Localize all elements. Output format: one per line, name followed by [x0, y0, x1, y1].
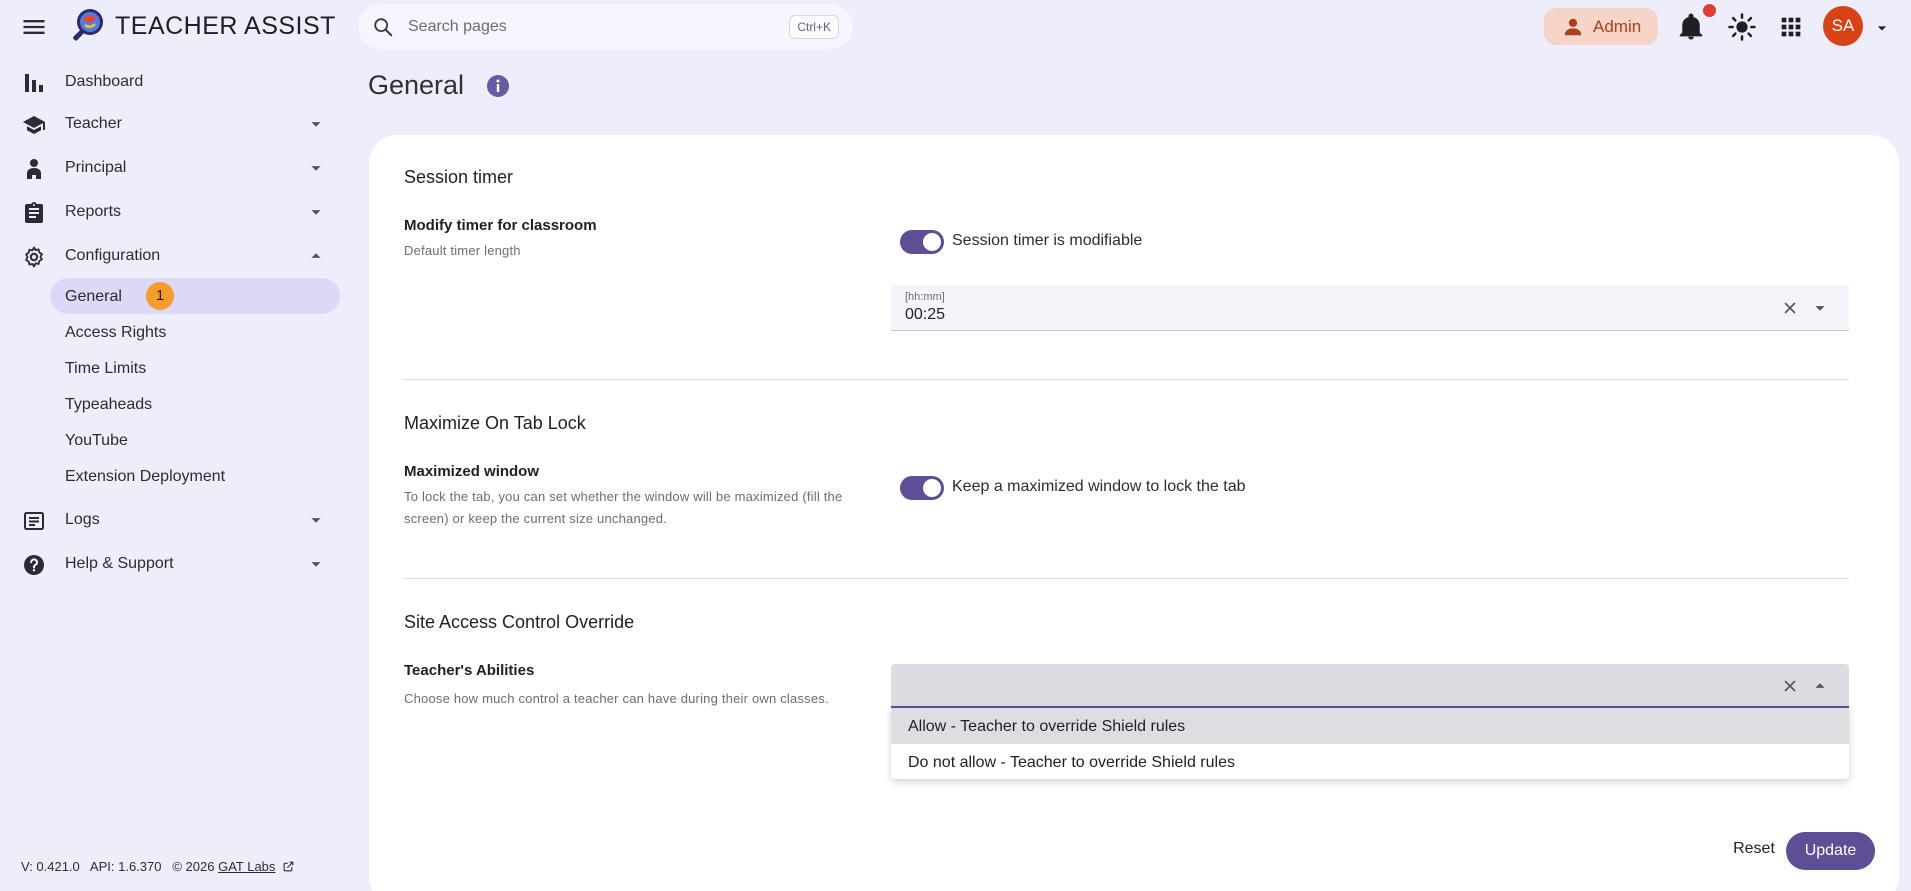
notification-dot: [1703, 4, 1716, 17]
chevron-down-icon: [305, 113, 327, 135]
chevron-down-icon: [305, 157, 327, 179]
maximize-window-toggle[interactable]: [900, 476, 944, 500]
chevron-down-icon[interactable]: [1809, 297, 1831, 319]
chevron-down-icon: [305, 553, 327, 575]
principal-icon: [22, 157, 46, 181]
sidebar-subitem-extension-deployment[interactable]: Extension Deployment: [50, 458, 340, 494]
dropdown-option-do-not-allow[interactable]: Do not allow - Teacher to override Shiel…: [891, 744, 1849, 780]
app-brand: TEACHER ASSIST: [115, 12, 336, 40]
user-avatar[interactable]: SA: [1823, 6, 1863, 46]
toggle-knob: [923, 479, 941, 497]
apps-grid-icon[interactable]: [1777, 13, 1805, 41]
reset-button[interactable]: Reset: [1719, 830, 1789, 868]
sidebar-subitem-access-rights[interactable]: Access Rights: [50, 314, 340, 350]
copyright-text: © 2026: [172, 859, 215, 874]
setting-description: Choose how much control a teacher can ha…: [404, 691, 829, 706]
chevron-up-icon: [305, 245, 327, 267]
version-footer: V: 0.421.0 API: 1.6.370 © 2026 GAT Labs: [21, 859, 295, 874]
clipboard-icon: [22, 201, 46, 225]
api-version-text: API: 1.6.370: [89, 859, 162, 874]
section-title: Session timer: [404, 167, 514, 187]
sidebar-item-help-support[interactable]: Help & Support: [0, 544, 340, 584]
dropdown-menu: Allow - Teacher to override Shield rules…: [891, 708, 1849, 779]
close-icon[interactable]: [1781, 677, 1799, 695]
section-divider: [404, 578, 1849, 579]
settings-card: Session timer Modify timer for classroom…: [369, 135, 1899, 891]
step-badge: 1: [146, 282, 174, 310]
sidebar-item-label: Teacher: [65, 115, 122, 132]
field-sublabel: [hh:mm]: [905, 291, 945, 303]
bar-chart-icon: [22, 71, 46, 95]
sidebar-item-logs[interactable]: Logs: [0, 500, 340, 540]
setting-label: Maximized window: [404, 463, 540, 480]
sidebar-subitem-general[interactable]: General 1: [50, 278, 340, 314]
sidebar-subitem-label: Access Rights: [65, 324, 167, 341]
company-link[interactable]: GAT Labs: [218, 859, 275, 874]
update-button[interactable]: Update: [1786, 832, 1875, 870]
sidebar-subitem-label: General: [65, 288, 122, 305]
toggle-label: Keep a maximized window to lock the tab: [952, 478, 1246, 495]
sidebar-item-dashboard[interactable]: Dashboard: [0, 62, 340, 102]
option-label: Do not allow - Teacher to override Shiel…: [908, 754, 1235, 771]
search-bar[interactable]: Ctrl+K: [358, 4, 853, 49]
sidebar-item-label: Configuration: [65, 247, 161, 264]
sidebar-subitem-typeaheads[interactable]: Typeaheads: [50, 386, 340, 422]
info-icon[interactable]: [486, 74, 510, 98]
sidebar-item-label: Logs: [65, 511, 100, 528]
help-icon: [22, 553, 46, 577]
section-title: Maximize On Tab Lock: [404, 413, 586, 433]
sidebar-item-label: Reports: [65, 203, 122, 220]
sidebar-subitem-time-limits[interactable]: Time Limits: [50, 350, 340, 386]
sidebar-item-configuration[interactable]: Configuration: [0, 236, 340, 276]
top-bar: TEACHER ASSIST Ctrl+K Admin SA: [0, 0, 1911, 54]
school-icon: [22, 113, 46, 137]
search-icon: [372, 16, 394, 38]
menu-icon[interactable]: [20, 13, 48, 41]
section-title: Site Access Control Override: [404, 612, 635, 632]
timer-length-select[interactable]: [hh:mm] 00:25: [891, 285, 1849, 331]
dropdown-option-allow[interactable]: Allow - Teacher to override Shield rules: [891, 708, 1849, 744]
list-icon: [22, 509, 46, 533]
sidebar-item-label: Dashboard: [65, 73, 144, 90]
chevron-up-icon[interactable]: [1809, 675, 1831, 697]
sidebar-subitem-label: Time Limits: [65, 360, 147, 377]
sun-icon[interactable]: [1727, 12, 1757, 42]
sidebar-subitem-youtube[interactable]: YouTube: [50, 422, 340, 458]
toggle-knob: [923, 233, 941, 251]
gear-icon: [22, 245, 46, 269]
version-text: V: 0.421.0: [21, 859, 80, 874]
field-value: 00:25: [905, 306, 946, 323]
setting-description: To lock the tab, you can set whether the…: [404, 489, 843, 526]
admin-role-chip[interactable]: Admin: [1544, 8, 1658, 45]
page-title: General: [368, 70, 465, 100]
sidebar-subitem-label: Extension Deployment: [65, 468, 226, 485]
section-divider: [404, 379, 1849, 380]
admin-role-label: Admin: [1593, 17, 1642, 36]
sidebar-item-label: Principal: [65, 159, 127, 176]
setting-description: Default timer length: [404, 243, 521, 258]
sidebar-subitem-label: YouTube: [65, 432, 128, 449]
app-logo-icon: [68, 6, 108, 46]
bell-icon[interactable]: [1676, 12, 1706, 42]
sidebar-item-reports[interactable]: Reports: [0, 192, 340, 232]
sidebar-item-principal[interactable]: Principal: [0, 148, 340, 188]
setting-label: Modify timer for classroom: [404, 217, 597, 234]
search-input[interactable]: [408, 16, 768, 38]
chevron-down-icon: [305, 509, 327, 531]
chevron-down-icon[interactable]: [1872, 18, 1892, 38]
session-timer-toggle[interactable]: [900, 230, 944, 254]
chevron-down-icon: [305, 201, 327, 223]
teacher-abilities-select[interactable]: [891, 664, 1849, 708]
toggle-label: Session timer is modifiable: [952, 232, 1143, 249]
search-shortcut-hint: Ctrl+K: [789, 15, 839, 39]
sidebar-subitem-label: Typeaheads: [65, 396, 153, 413]
setting-label: Teacher's Abilities: [404, 662, 535, 679]
sidebar-item-label: Help & Support: [65, 555, 174, 572]
option-label: Allow - Teacher to override Shield rules: [908, 718, 1186, 735]
close-icon[interactable]: [1781, 299, 1799, 317]
external-link-icon: [282, 860, 295, 873]
person-icon: [1562, 16, 1584, 38]
sidebar-item-teacher[interactable]: Teacher: [0, 104, 340, 144]
